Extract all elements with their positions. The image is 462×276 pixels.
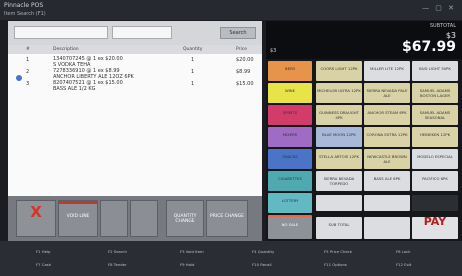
col-desc: Description [53, 47, 79, 52]
category-snacks[interactable]: SNACKS [268, 149, 312, 169]
cancel-button[interactable]: X [16, 200, 56, 237]
void-line-button[interactable]: VOID LINE [58, 200, 98, 237]
footer-label[interactable]: F3 Void Item [180, 249, 204, 254]
table-row[interactable]: 1 1340707245 @ 1 ex $20.00 S VODKA TEHA … [8, 56, 262, 68]
footer-label[interactable]: F1 Help [36, 249, 50, 254]
footer-label[interactable]: F10 Recall [252, 262, 272, 267]
footer-label[interactable]: F12 Exit [396, 262, 411, 267]
product-key[interactable]: NEWCASTLE BROWN ALE [364, 149, 410, 169]
keypad-panel: SUBTOTAL $3 $67.99 $3 BEER WINE SPIRITS … [266, 21, 462, 241]
category-mixers[interactable]: MIXERS [268, 127, 312, 147]
void-stripe [59, 201, 97, 204]
product-key[interactable]: MILLER LITE 12PK [364, 61, 410, 81]
no-sale-button[interactable]: NO SALE [268, 217, 312, 239]
selected-row-indicator [16, 75, 22, 81]
col-num: # [26, 47, 30, 52]
dark-key[interactable] [412, 195, 458, 211]
col-price: Price [236, 47, 247, 52]
category-wine[interactable]: WINE [268, 83, 312, 103]
footer-label[interactable]: F11 Options [324, 262, 347, 267]
function-key-legend: F1 Help F2 Search F3 Void Item F4 Quanti… [0, 241, 462, 276]
footer-label[interactable]: F4 Quantity [252, 249, 274, 254]
product-key[interactable]: STELLA ARTOIS 12PK [316, 149, 362, 169]
customer-display: SUBTOTAL $3 $67.99 $3 [266, 21, 462, 59]
pay-button[interactable]: PAY [412, 217, 458, 239]
table-row[interactable]: 2 7278336910 @ 1 ex $8.99 ANCHOR LIBERTY… [8, 68, 262, 80]
subtotal-button[interactable]: SUB TOTAL [316, 217, 362, 239]
product-key[interactable]: PACIFICO 6PK [412, 171, 458, 191]
product-key[interactable]: SIERRA NEVADA PALE ALE [364, 83, 410, 103]
subtotal-label: SUBTOTAL [429, 23, 456, 29]
blank-key[interactable] [316, 195, 362, 211]
product-key[interactable]: BASS ALE 6PK [364, 171, 410, 191]
function-keys: X VOID LINE QUANTITY CHANGE PRICE CHANGE [8, 196, 262, 241]
blank-key[interactable] [364, 195, 410, 211]
product-key[interactable]: SAMUEL ADAMS BOSTON LAGER [412, 83, 458, 103]
product-key[interactable]: ANCHOR STEAM 6PK [364, 105, 410, 125]
footer-label[interactable]: F8 Tender [108, 262, 127, 267]
title-bar: Pinnacle POS Item Search (F1) — ▢ ✕ [0, 0, 462, 20]
search-mode-label: Item Search (F1) [4, 11, 46, 17]
product-key[interactable]: COORS LIGHT 12PK [316, 61, 362, 81]
product-keypad: BEER WINE SPIRITS MIXERS SNACKS CIGARETT… [266, 61, 462, 241]
blank-function-key[interactable] [130, 200, 158, 237]
footer-label[interactable]: F9 Hold [180, 262, 194, 267]
transaction-panel: Search # Description Quantity Price 1 13… [8, 21, 262, 241]
col-qty: Quantity [183, 47, 203, 52]
quantity-change-button[interactable]: QUANTITY CHANGE [166, 200, 204, 237]
app-title: Pinnacle POS [4, 2, 44, 9]
product-key[interactable]: GUINNESS DRAUGHT 4PK [316, 105, 362, 125]
product-key[interactable]: SAMUEL ADAMS SEASONAL [412, 105, 458, 125]
footer-label[interactable]: F5 Price Check [324, 249, 352, 254]
category-spirits[interactable]: SPIRITS [268, 105, 312, 125]
category-lottery[interactable]: LOTTERY [268, 193, 312, 213]
search-button[interactable]: Search [220, 27, 256, 39]
blank-key[interactable] [364, 217, 410, 239]
footer-label[interactable]: F6 Lock [396, 249, 410, 254]
table-row[interactable]: 3 8207407521 @ 1 ex $15.00 BASS ALE 1/2 … [8, 80, 262, 92]
display-left-value: $3 [270, 48, 277, 54]
product-key[interactable]: MICHELOB ULTRA 12PK [316, 83, 362, 103]
price-change-button[interactable]: PRICE CHANGE [206, 200, 248, 237]
grid-header: # Description Quantity Price [8, 45, 262, 54]
quantity-input[interactable] [112, 26, 172, 39]
product-key[interactable]: BLUE MOON 12PK [316, 127, 362, 147]
search-input[interactable] [14, 26, 108, 39]
blank-function-key[interactable] [100, 200, 128, 237]
search-row: Search [8, 21, 262, 45]
product-key[interactable]: MODELO ESPECIAL [412, 149, 458, 169]
footer-label[interactable]: F2 Search [108, 249, 127, 254]
product-key[interactable]: SIERRA NEVADA TORPEDO [316, 171, 362, 191]
category-cigarettes[interactable]: CIGARETTES [268, 171, 312, 191]
total-value: $67.99 [401, 39, 456, 55]
product-key[interactable]: BUD LIGHT 30PK [412, 61, 458, 81]
footer-label[interactable]: F7 Cash [36, 262, 51, 267]
product-key[interactable]: CORONA EXTRA 12PK [364, 127, 410, 147]
window-controls[interactable]: — ▢ ✕ [422, 4, 456, 12]
category-beer[interactable]: BEER [268, 61, 312, 81]
product-key[interactable]: HEINEKEN 12PK [412, 127, 458, 147]
line-items: 1 1340707245 @ 1 ex $20.00 S VODKA TEHA … [8, 54, 262, 214]
